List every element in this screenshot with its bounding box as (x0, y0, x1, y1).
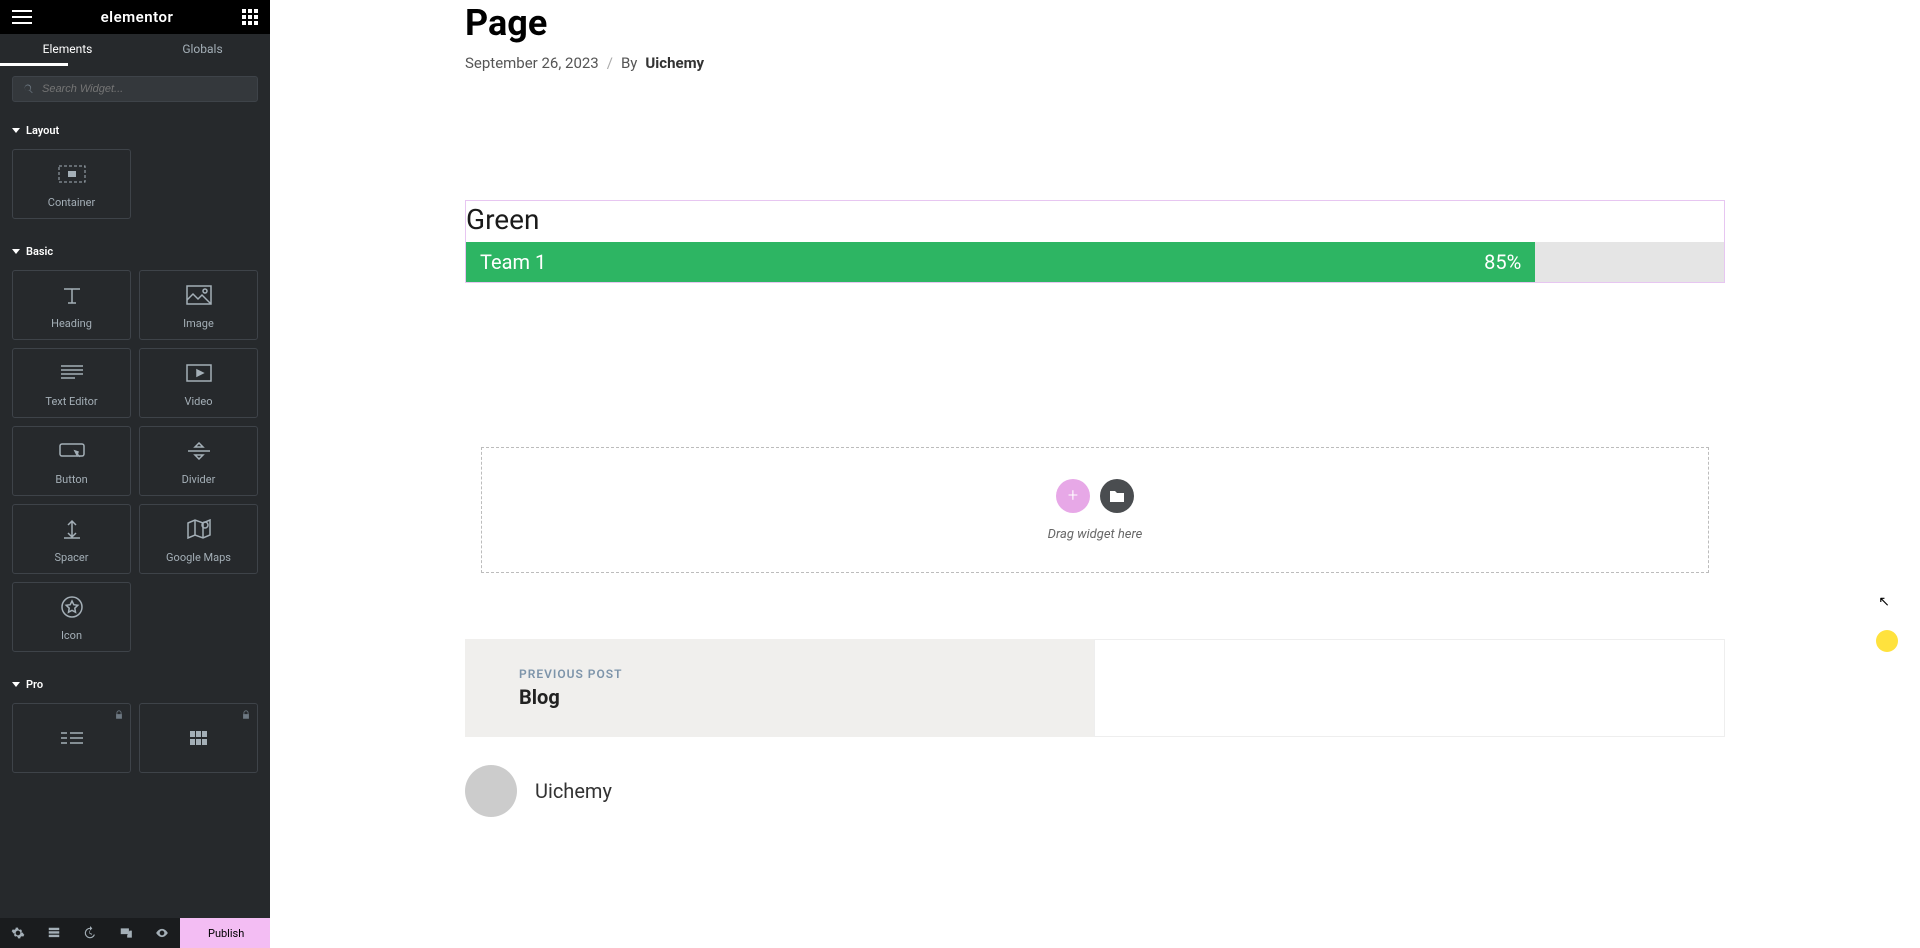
post-date: September 26, 2023 (465, 54, 599, 72)
progress-title: Green (466, 201, 1724, 242)
add-section-button[interactable]: + (1056, 479, 1090, 513)
progress-bar-widget[interactable]: Green Team 1 85% (465, 200, 1725, 283)
spacer-icon (62, 515, 82, 543)
progress-track: Team 1 85% (466, 242, 1724, 282)
preview-icon[interactable] (144, 918, 180, 948)
sidebar-header: elementor (0, 0, 270, 34)
next-post-placeholder (1094, 639, 1725, 737)
button-icon (59, 437, 85, 465)
widget-container[interactable]: Container (12, 149, 131, 219)
editor-canvas[interactable]: Page September 26, 2023 / By Uichemy Gre… (270, 0, 1920, 948)
section-pro-header[interactable]: Pro (0, 668, 270, 695)
widget-spacer[interactable]: Spacer (12, 504, 131, 574)
lock-icon (241, 710, 251, 720)
section-layout-header[interactable]: Layout (0, 114, 270, 141)
divider-icon (187, 437, 211, 465)
search-widget-box[interactable] (12, 76, 258, 102)
widget-text-editor[interactable]: Text Editor (12, 348, 131, 418)
elementor-sidebar: elementor Elements Globals Layout (0, 0, 270, 948)
container-icon (58, 160, 86, 188)
responsive-icon[interactable] (108, 918, 144, 948)
folder-icon (1109, 489, 1125, 503)
widget-icon[interactable]: Icon (12, 582, 131, 652)
heading-icon (60, 281, 84, 309)
tab-elements[interactable]: Elements (0, 34, 135, 64)
post-navigation: PREVIOUS POST Blog (465, 639, 1725, 737)
caret-down-icon (12, 249, 20, 254)
author-box: Uichemy (465, 761, 1725, 821)
widget-heading[interactable]: Heading (12, 270, 131, 340)
sidebar-footer: Publish ⌃ (0, 918, 270, 948)
history-icon[interactable] (72, 918, 108, 948)
widget-image[interactable]: Image (139, 270, 258, 340)
logo: elementor (101, 8, 174, 26)
hamburger-icon[interactable] (12, 10, 32, 24)
lock-icon (114, 710, 124, 720)
section-basic-header[interactable]: Basic (0, 235, 270, 262)
widget-divider[interactable]: Divider (139, 426, 258, 496)
star-icon (61, 593, 83, 621)
search-icon (23, 83, 34, 95)
settings-icon[interactable] (0, 918, 36, 948)
cursor-icon: ↖ (1878, 594, 1890, 610)
add-template-button[interactable] (1100, 479, 1134, 513)
progress-fill: Team 1 85% (466, 242, 1535, 282)
apps-grid-icon[interactable] (242, 9, 258, 25)
progress-percent: 85% (1484, 250, 1521, 274)
widget-pro-locked-2[interactable] (139, 703, 258, 773)
page-meta: September 26, 2023 / By Uichemy (465, 54, 1725, 72)
widget-pro-locked-1[interactable] (12, 703, 131, 773)
post-author[interactable]: Uichemy (645, 54, 704, 72)
widget-google-maps[interactable]: Google Maps (139, 504, 258, 574)
caret-down-icon (12, 682, 20, 687)
panel-tabs: Elements Globals (0, 34, 270, 64)
avatar[interactable] (465, 765, 517, 817)
progress-inner-label: Team 1 (480, 250, 546, 274)
page-title: Page (465, 2, 1725, 44)
map-icon (187, 515, 211, 543)
image-icon (186, 281, 212, 309)
author-name[interactable]: Uichemy (535, 779, 612, 803)
text-editor-icon (60, 359, 84, 387)
video-icon (186, 359, 212, 387)
widget-button[interactable]: Button (12, 426, 131, 496)
navigator-icon[interactable] (36, 918, 72, 948)
drop-hint: Drag widget here (1048, 527, 1143, 542)
caret-down-icon (12, 128, 20, 133)
tab-globals[interactable]: Globals (135, 34, 270, 64)
widget-video[interactable]: Video (139, 348, 258, 418)
search-input[interactable] (42, 83, 247, 95)
highlight-marker (1876, 630, 1898, 652)
previous-post-link[interactable]: PREVIOUS POST Blog (465, 639, 1094, 737)
drop-zone[interactable]: + Drag widget here (481, 447, 1709, 573)
